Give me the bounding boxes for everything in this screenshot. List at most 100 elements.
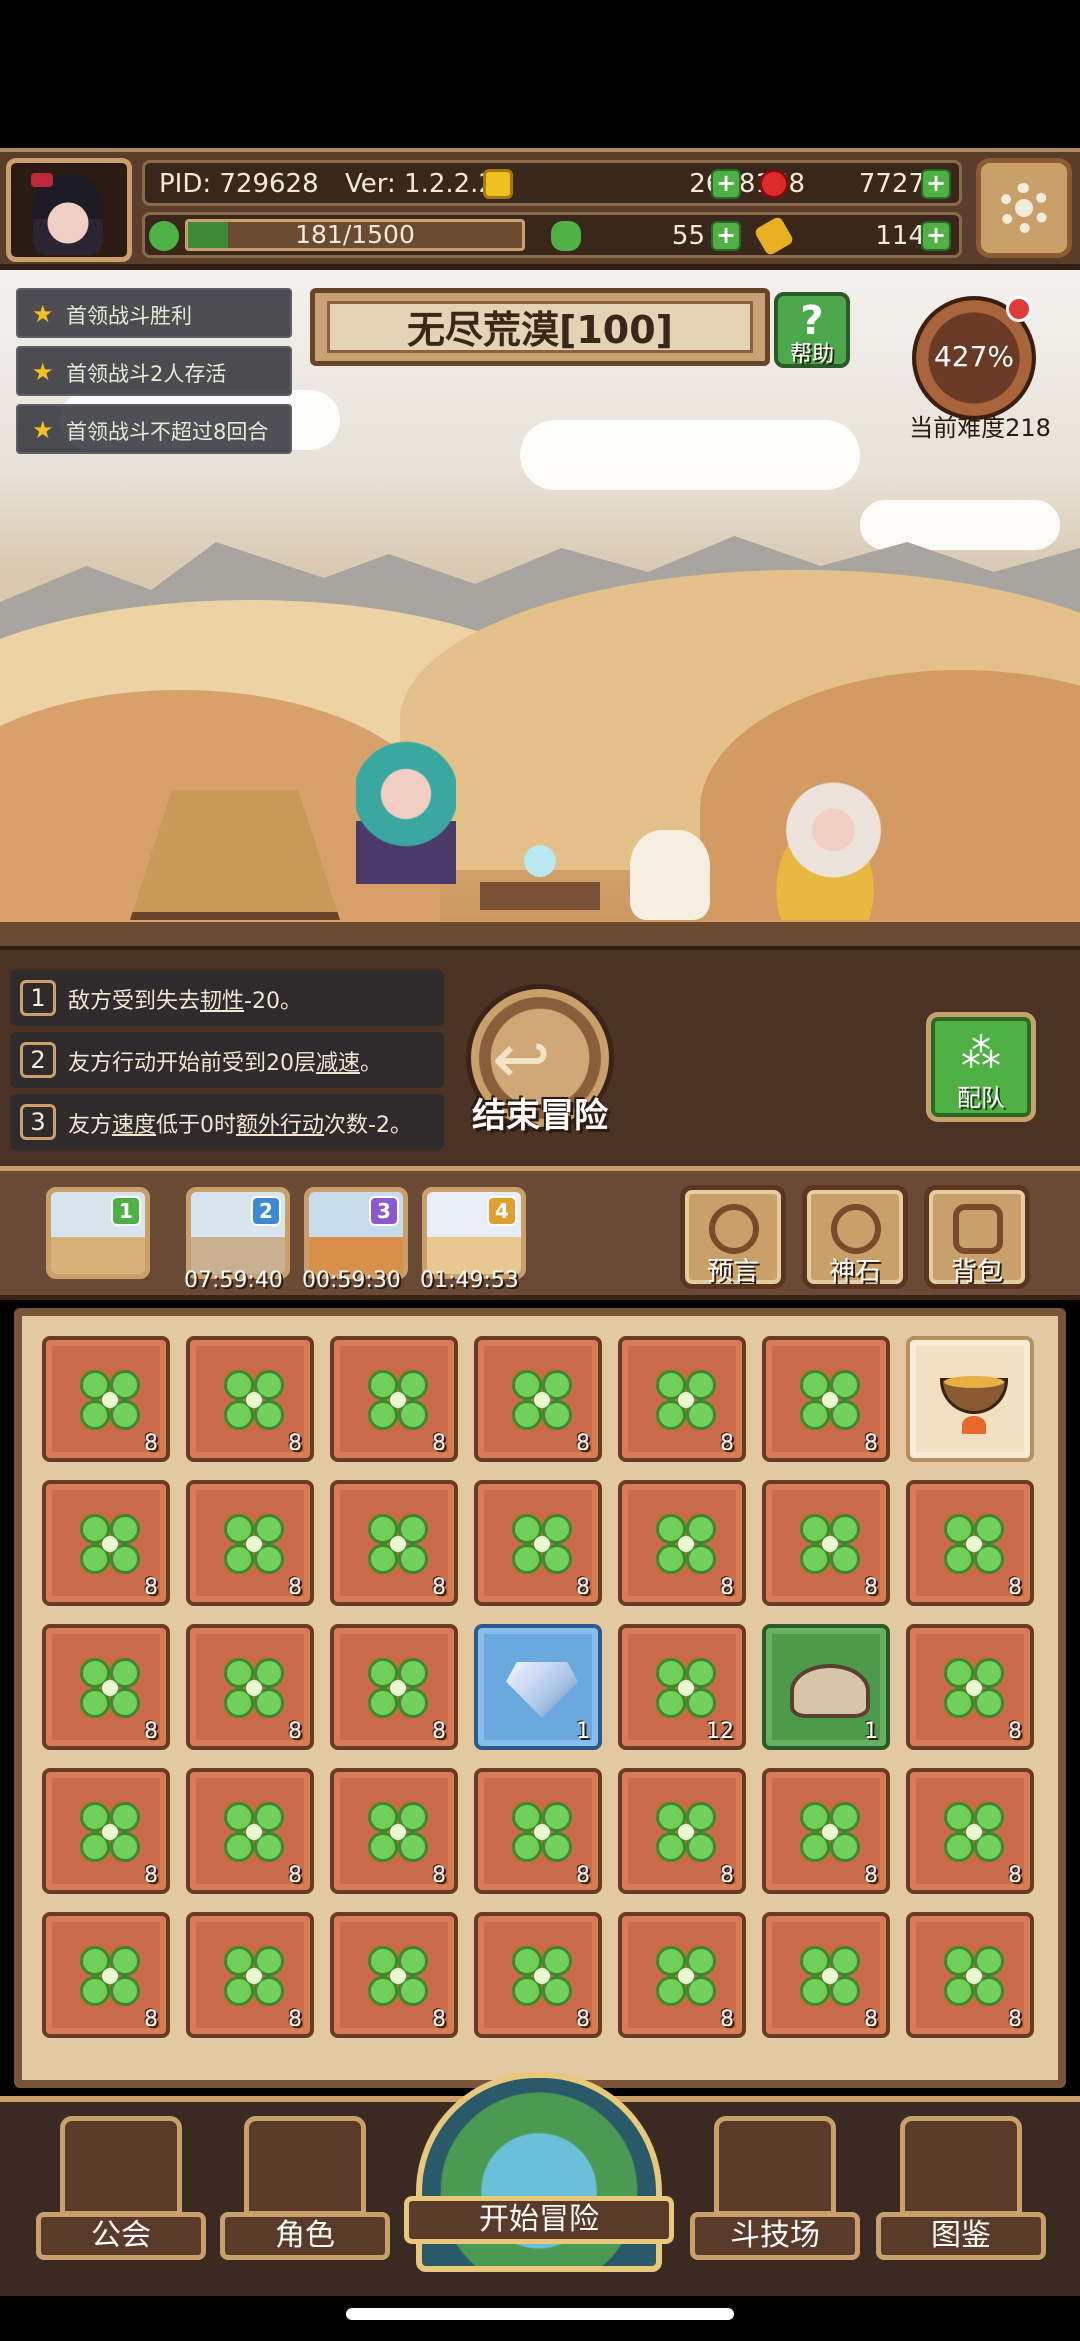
clover-icon [224, 1658, 284, 1718]
inventory-slot[interactable]: 8 [618, 1768, 746, 1894]
character-icon [244, 2116, 366, 2216]
buff-item: 1 敌方受到失去韧性-20。 [10, 970, 444, 1026]
item-quantity: 8 [288, 1431, 302, 1456]
clover-icon [80, 1802, 140, 1862]
inventory-slot[interactable]: 8 [906, 1912, 1034, 2038]
exp-text: 181/1500 [295, 220, 415, 249]
difficulty-meter[interactable]: 427% [912, 288, 1036, 420]
inventory-slot[interactable]: 8 [474, 1912, 602, 2038]
add-clover-button[interactable]: + [711, 221, 741, 251]
inventory-slot[interactable]: 8 [186, 1768, 314, 1894]
quest-item: ★ 首领战斗胜利 [16, 288, 292, 338]
inventory-slot[interactable]: 8 [762, 1768, 890, 1894]
item-quantity: 8 [432, 1863, 446, 1888]
clover-icon [656, 1802, 716, 1862]
inventory-slot[interactable]: 8 [186, 1912, 314, 2038]
prophecy-button[interactable]: 预言 [680, 1185, 786, 1289]
status-bar [0, 0, 1080, 148]
inventory-slot[interactable]: 8 [330, 1336, 458, 1462]
item-quantity: 8 [864, 1431, 878, 1456]
inventory-slot[interactable]: 8 [906, 1768, 1034, 1894]
inventory-slot[interactable] [906, 1336, 1034, 1462]
add-key-button[interactable]: + [921, 221, 951, 251]
region-slot-2[interactable]: 2 [186, 1187, 290, 1279]
region-timer: 01:49:53 [420, 1268, 519, 1293]
difficulty-percent: 427% [933, 340, 1015, 373]
inventory-slot[interactable]: 8 [330, 1480, 458, 1606]
inventory-slot[interactable]: 8 [906, 1624, 1034, 1750]
inventory-slot[interactable]: 8 [618, 1336, 746, 1462]
inventory-slot[interactable]: 8 [474, 1336, 602, 1462]
region-toolbar: 1 2 3 4 预言 神石 背包 [0, 1166, 1080, 1300]
inventory-slot[interactable]: 8 [42, 1624, 170, 1750]
inventory-slot[interactable]: 8 [906, 1480, 1034, 1606]
inventory-slot[interactable]: 1 [762, 1624, 890, 1750]
rock-icon [790, 1664, 870, 1718]
help-button[interactable]: ? 帮助 [774, 292, 850, 368]
item-quantity: 8 [432, 1575, 446, 1600]
clover-icon [512, 1802, 572, 1862]
prophecy-icon [709, 1204, 759, 1254]
inventory-slot[interactable]: 1 [474, 1624, 602, 1750]
inventory-slot[interactable]: 8 [762, 1336, 890, 1462]
hero-princess [740, 770, 910, 920]
inventory-slot[interactable]: 8 [618, 1912, 746, 2038]
guild-house-icon [60, 2116, 182, 2216]
inventory-slot[interactable]: 8 [42, 1336, 170, 1462]
item-quantity: 8 [576, 2007, 590, 2032]
inventory-slot[interactable]: 8 [186, 1624, 314, 1750]
item-quantity: 8 [144, 1719, 158, 1744]
clover-icon [656, 1370, 716, 1430]
divine-stone-button[interactable]: 神石 [802, 1185, 908, 1289]
book-icon [900, 2116, 1022, 2216]
inventory-slot[interactable]: 8 [330, 1768, 458, 1894]
inventory-slot[interactable]: 8 [762, 1480, 890, 1606]
backpack-button[interactable]: 背包 [924, 1185, 1030, 1289]
clover-icon [224, 1802, 284, 1862]
inventory-slot[interactable]: 12 [618, 1624, 746, 1750]
inventory-slot[interactable]: 8 [186, 1336, 314, 1462]
clover-icon [800, 1802, 860, 1862]
region-slot-3[interactable]: 3 [304, 1187, 408, 1279]
item-quantity: 8 [1008, 1719, 1022, 1744]
team-button[interactable]: ⁂ 配队 [926, 1012, 1036, 1122]
player-id: PID: 729628 [159, 169, 319, 199]
clover-icon [800, 1370, 860, 1430]
return-arrow-icon: ↩ [492, 1018, 551, 1100]
inventory-slot[interactable]: 8 [330, 1624, 458, 1750]
item-quantity: 8 [432, 2007, 446, 2032]
inventory-slot[interactable]: 8 [186, 1480, 314, 1606]
nav-arena[interactable]: 斗技场 [690, 2116, 860, 2266]
avatar[interactable] [6, 158, 132, 262]
end-adventure-button[interactable]: ↩ 结束冒险 [460, 984, 620, 1144]
clover-icon [512, 1370, 572, 1430]
item-quantity: 8 [720, 1431, 734, 1456]
home-indicator [346, 2308, 734, 2320]
inventory-slot[interactable]: 8 [618, 1480, 746, 1606]
region-slot-1[interactable]: 1 [46, 1187, 150, 1279]
gear-icon [999, 183, 1049, 233]
region-slot-4[interactable]: 4 [422, 1187, 526, 1279]
item-quantity: 8 [144, 2007, 158, 2032]
nav-codex[interactable]: 图鉴 [876, 2116, 1046, 2266]
inventory-slot[interactable]: 8 [42, 1768, 170, 1894]
key-icon [753, 215, 795, 257]
nav-character[interactable]: 角色 [220, 2116, 390, 2266]
inventory-slot[interactable]: 8 [762, 1912, 890, 2038]
inventory-slot[interactable]: 8 [474, 1768, 602, 1894]
inventory-slot[interactable]: 8 [474, 1480, 602, 1606]
stage-title: 无尽荒漠[100] [406, 308, 674, 352]
inventory-slot[interactable]: 8 [42, 1480, 170, 1606]
clover-amount: 55 [671, 221, 705, 251]
add-gold-button[interactable]: + [711, 169, 741, 199]
settings-button[interactable] [976, 158, 1072, 258]
nav-start-adventure[interactable]: 开始冒险 [404, 2072, 674, 2282]
item-quantity: 8 [864, 2007, 878, 2032]
soup-pot-icon [934, 1370, 1014, 1436]
inventory-slot[interactable]: 8 [330, 1912, 458, 2038]
add-gem-button[interactable]: + [921, 169, 951, 199]
nav-guild[interactable]: 公会 [36, 2116, 206, 2266]
clover-icon [800, 1946, 860, 2006]
inventory-slot[interactable]: 8 [42, 1912, 170, 2038]
item-quantity: 8 [288, 1575, 302, 1600]
